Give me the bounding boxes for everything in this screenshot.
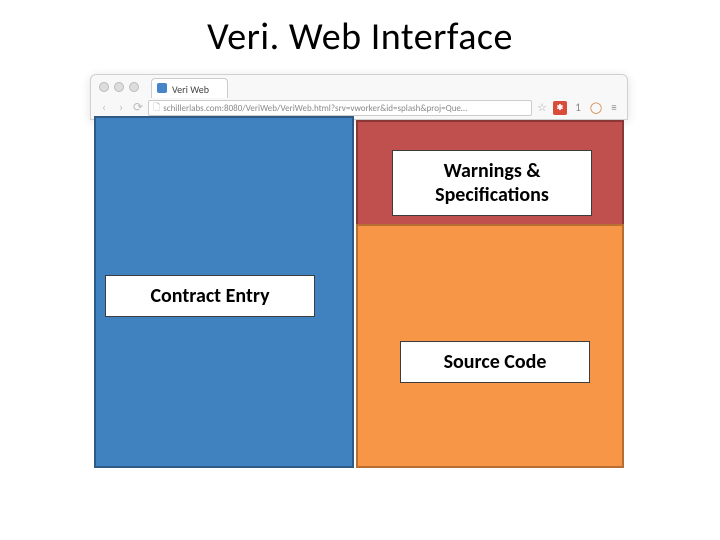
label-source: Source Code <box>400 341 590 383</box>
window-controls <box>99 82 139 92</box>
tab-title: Veri Web <box>172 83 209 96</box>
minimize-icon[interactable] <box>114 82 124 92</box>
extension-block-icon[interactable]: ✱ <box>553 101 567 115</box>
page-icon: 🗋 <box>153 100 160 116</box>
reload-icon[interactable]: ⟳ <box>131 101 145 115</box>
url-text: schillerlabs.com:8080/VeriWeb/VeriWeb.ht… <box>163 103 467 114</box>
forward-icon[interactable]: › <box>114 101 128 115</box>
browser-tab[interactable]: Veri Web <box>151 78 228 98</box>
slide: Veri. Web Interface Veri Web ‹ › ⟳ 🗋 sch… <box>0 0 720 540</box>
shield-icon[interactable]: ◯ <box>589 101 603 115</box>
page-title: Veri. Web Interface <box>0 0 720 68</box>
back-icon[interactable]: ‹ <box>97 101 111 115</box>
address-row: ‹ › ⟳ 🗋 schillerlabs.com:8080/VeriWeb/Ve… <box>97 99 621 117</box>
menu-icon[interactable]: ≡ <box>607 101 621 115</box>
label-warnings: Warnings & Specifications <box>392 150 592 216</box>
label-contract: Contract Entry <box>105 275 315 317</box>
bookmark-star-icon[interactable]: ☆ <box>535 101 549 115</box>
browser-chrome: Veri Web ‹ › ⟳ 🗋 schillerlabs.com:8080/V… <box>90 74 628 120</box>
close-icon[interactable] <box>99 82 109 92</box>
zoom-icon[interactable] <box>129 82 139 92</box>
toolbar-icons: ☆ ✱ 1 ◯ ≡ <box>535 101 621 115</box>
address-bar[interactable]: 🗋 schillerlabs.com:8080/VeriWeb/VeriWeb.… <box>148 100 532 116</box>
extension-one-icon[interactable]: 1 <box>571 101 585 115</box>
